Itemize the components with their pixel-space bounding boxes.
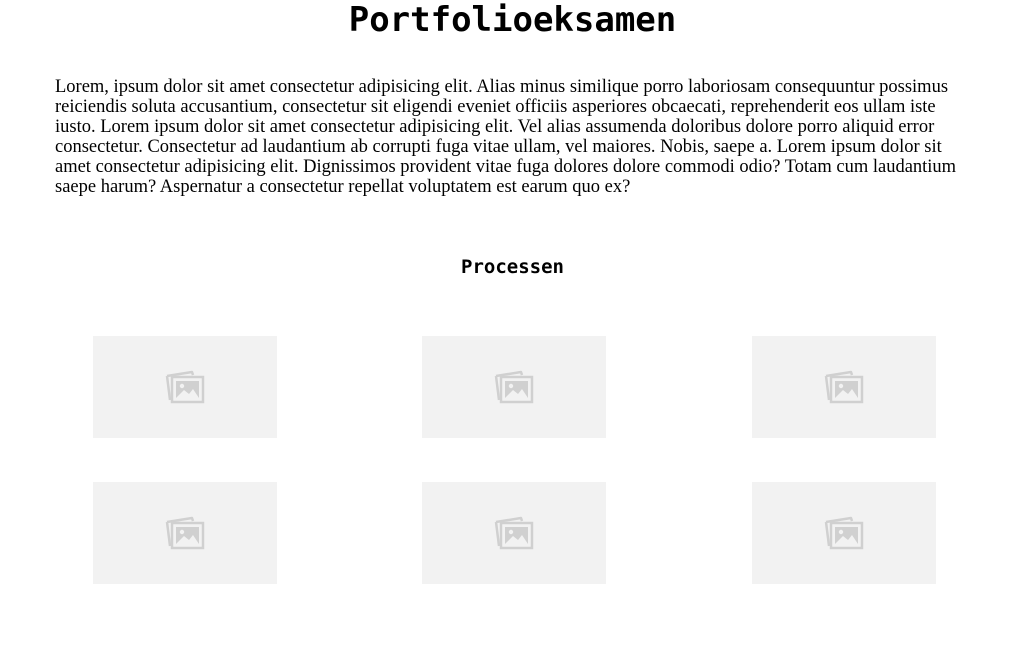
section-title-processen: Processen <box>461 256 564 278</box>
image-placeholder-icon <box>491 367 537 407</box>
gallery-image-placeholder[interactable] <box>752 336 936 438</box>
image-placeholder-icon <box>821 367 867 407</box>
page-title: Portfolioeksamen <box>348 0 677 40</box>
image-placeholder-icon <box>162 367 208 407</box>
gallery-image-placeholder[interactable] <box>93 482 277 584</box>
image-placeholder-icon <box>821 513 867 553</box>
intro-paragraph: Lorem, ipsum dolor sit amet consectetur … <box>55 77 957 197</box>
gallery-image-placeholder[interactable] <box>752 482 936 584</box>
gallery-image-placeholder[interactable] <box>422 482 606 584</box>
page: Portfolioeksamen Lorem, ipsum dolor sit … <box>0 0 1025 651</box>
gallery-image-placeholder[interactable] <box>93 336 277 438</box>
image-placeholder-icon <box>491 513 537 553</box>
gallery-image-placeholder[interactable] <box>422 336 606 438</box>
image-placeholder-icon <box>162 513 208 553</box>
